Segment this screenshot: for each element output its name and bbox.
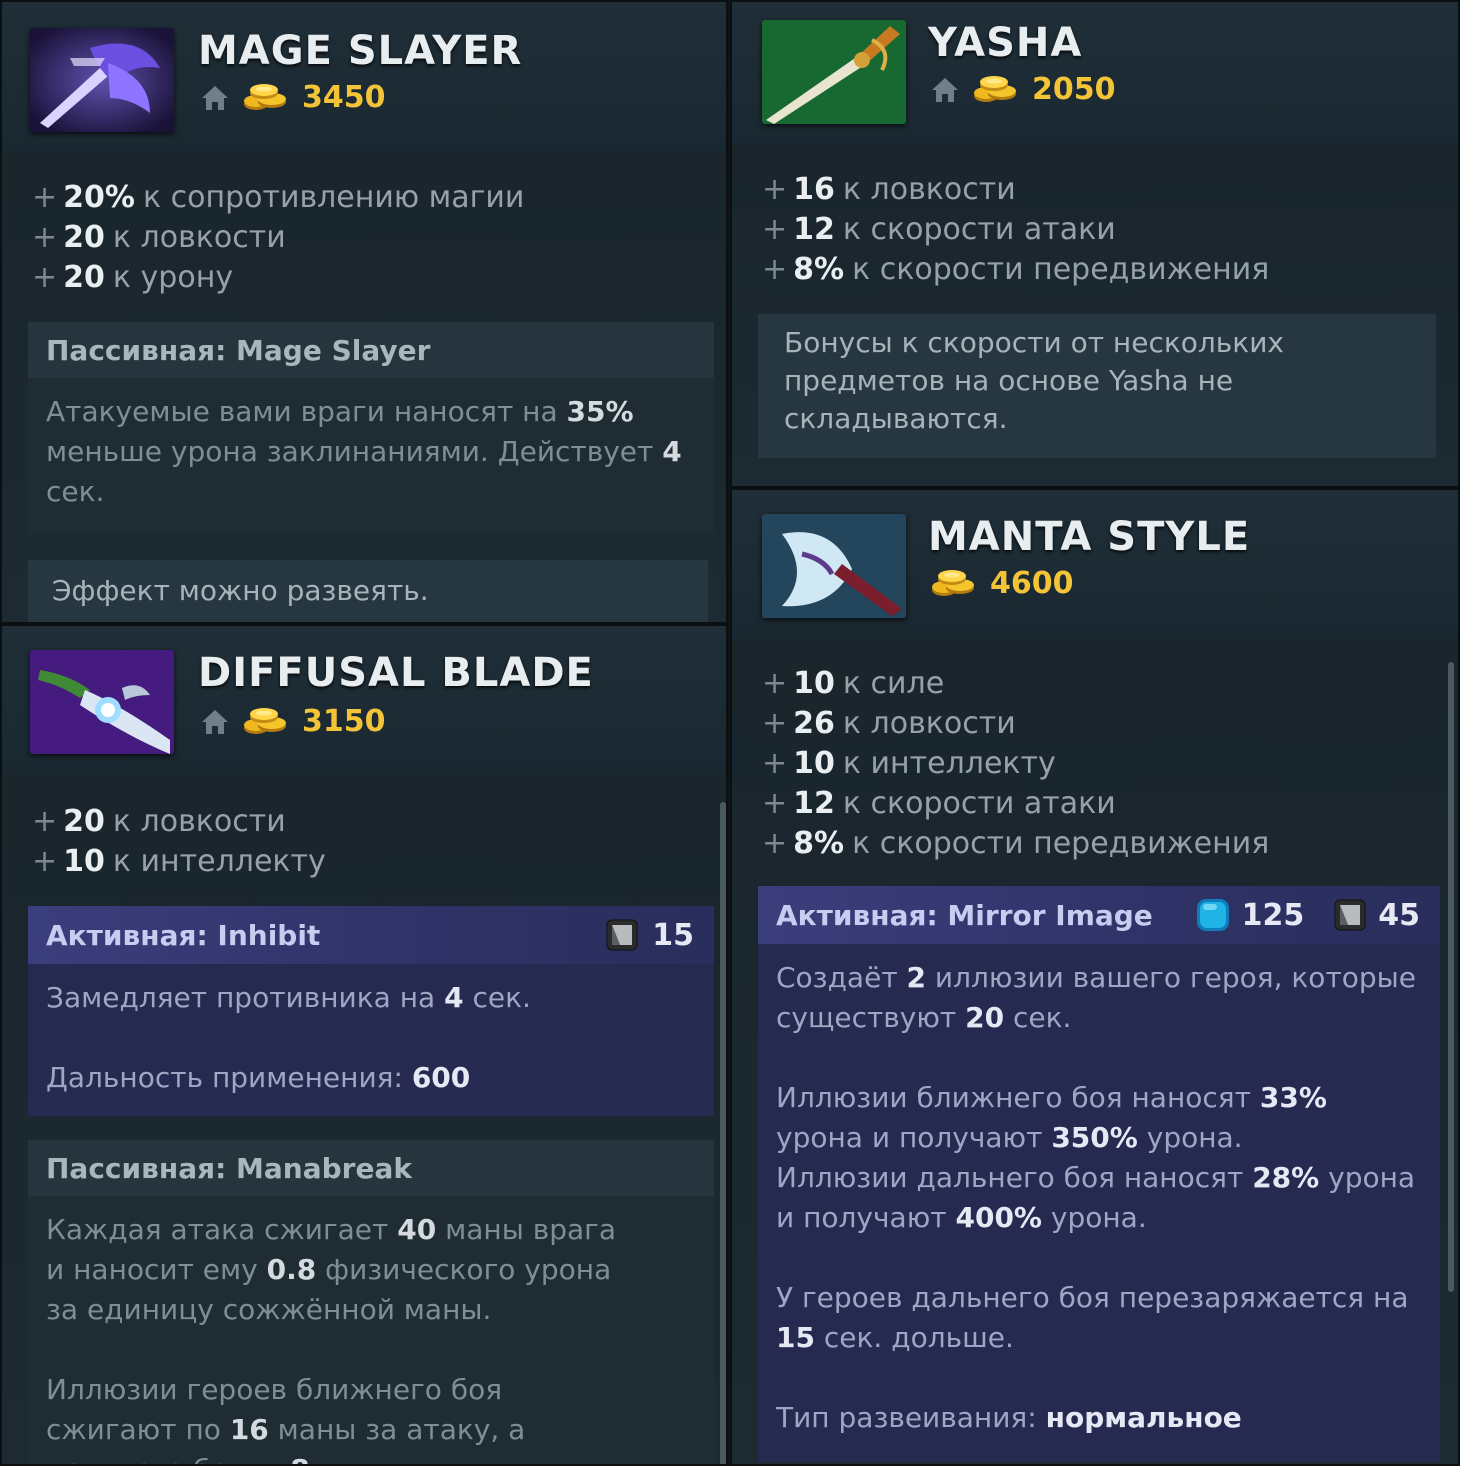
item-body: +20% к сопротивлению магии +20 к ловкости … — [2, 152, 726, 622]
attribute-line: +26 к ловкости — [762, 706, 1016, 741]
cooldown-icon — [1334, 899, 1366, 931]
home-icon — [930, 76, 960, 104]
passive-ability-section: Пассивная: Manabreak Каждая атака сжигае… — [28, 1140, 714, 1464]
item-title: DIFFUSAL BLADE — [198, 650, 594, 696]
passive-ability-header: Пассивная: Mage Slayer — [28, 322, 714, 378]
dispel-note: Эффект можно развеять. — [28, 560, 708, 622]
mana-cost-value: 125 — [1241, 897, 1305, 933]
attribute-line: +20 к ловкости — [32, 220, 286, 255]
active-ability-section: Активная: Mirror Image 125 45 Создаёт 2 … — [758, 886, 1440, 1462]
diffusal-blade-item-icon — [30, 650, 174, 754]
attribute-line: +8% к скорости передвижения — [762, 252, 1270, 287]
attribute-line: +10 к интеллекту — [32, 844, 326, 879]
cooldown-value: 15 — [652, 917, 694, 953]
attribute-line: +20% к сопротивлению магии — [32, 180, 525, 215]
attribute-line: +8% к скорости передвижения — [762, 826, 1270, 861]
item-cost-row: 4600 — [930, 566, 1074, 601]
item-body: +10 к силе +26 к ловкости +10 к интеллекту … — [732, 638, 1458, 1464]
item-body: +16 к ловкости +12 к скорости атаки +8% к с… — [732, 144, 1458, 486]
attribute-line: +10 к силе — [762, 666, 945, 701]
ability-costs: 15 — [606, 918, 714, 953]
item-cost: 3150 — [302, 704, 386, 739]
gold-coins-icon — [242, 706, 290, 738]
item-title: MANTA STYLE — [928, 514, 1251, 560]
ability-costs: 125 45 — [1196, 898, 1440, 933]
attribute-line: +16 к ловкости — [762, 172, 1016, 207]
mana-icon — [1196, 898, 1230, 932]
passive-ability-description: Каждая атака сжигает 40 маны врага и нан… — [28, 1196, 714, 1464]
item-card-mage-slayer: MAGE SLAYER 3450 +20% к сопротивлению маг… — [0, 0, 728, 624]
home-icon — [200, 708, 230, 736]
active-ability-header: Активная: Mirror Image 125 45 — [758, 886, 1440, 944]
attribute-line: +20 к урону — [32, 260, 234, 295]
item-title: YASHA — [928, 20, 1083, 66]
item-header: YASHA 2050 — [732, 2, 1458, 144]
manta-style-item-icon — [762, 514, 906, 618]
scrollbar[interactable] — [720, 802, 726, 1464]
item-card-manta-style: MANTA STYLE 4600 +10 к силе +26 к ловкости… — [730, 488, 1460, 1466]
item-card-diffusal-blade: DIFFUSAL BLADE 3150 +20 к ловкости +10 к и… — [0, 624, 728, 1466]
gold-coins-icon — [972, 74, 1020, 106]
active-ability-description: Замедляет противника на 4 сек. Дальность… — [28, 964, 714, 1116]
active-ability-section: Активная: Inhibit 15 Замедляет противник… — [28, 906, 714, 1116]
passive-ability-section: Пассивная: Mage Slayer Атакуемые вами вр… — [28, 322, 714, 534]
item-cost-row: 3450 — [200, 80, 386, 115]
item-header: MAGE SLAYER 3450 — [2, 2, 726, 152]
passive-ability-description: Атакуемые вами враги наносят на 35% мень… — [28, 378, 714, 534]
gold-coins-icon — [242, 82, 290, 114]
attribute-line: +10 к интеллекту — [762, 746, 1056, 781]
item-cost-row: 3150 — [200, 704, 386, 739]
item-title: MAGE SLAYER — [198, 28, 523, 74]
attribute-line: +12 к скорости атаки — [762, 212, 1116, 247]
item-header: MANTA STYLE 4600 — [732, 490, 1458, 638]
item-card-yasha: YASHA 2050 +16 к ловкости +12 к скорости а… — [730, 0, 1460, 488]
home-icon — [200, 84, 230, 112]
attribute-list: +16 к ловкости +12 к скорости атаки +8% к с… — [732, 170, 1458, 290]
item-cost: 4600 — [990, 566, 1074, 601]
item-cost-row: 2050 — [930, 72, 1116, 107]
gold-coins-icon — [930, 568, 978, 600]
attribute-list: +10 к силе +26 к ловкости +10 к интеллекту … — [732, 664, 1458, 864]
active-ability-header: Активная: Inhibit 15 — [28, 906, 714, 964]
active-ability-name: Активная: Mirror Image — [776, 898, 1153, 932]
active-ability-description: Создаёт 2 иллюзии вашего героя, которые … — [758, 944, 1440, 1462]
yasha-item-icon — [762, 20, 906, 124]
passive-ability-header: Пассивная: Manabreak — [28, 1140, 714, 1196]
attribute-list: +20% к сопротивлению магии +20 к ловкости … — [2, 178, 726, 298]
cooldown-value: 45 — [1378, 897, 1420, 933]
scrollbar[interactable] — [1448, 662, 1454, 1292]
attribute-line: +20 к ловкости — [32, 804, 286, 839]
mage-slayer-item-icon — [30, 28, 174, 132]
item-header: DIFFUSAL BLADE 3150 — [2, 626, 726, 774]
active-ability-name: Активная: Inhibit — [46, 918, 321, 952]
item-cost: 2050 — [1032, 72, 1116, 107]
stacking-note: Бонусы к скорости от нескольких предмето… — [758, 314, 1436, 458]
attribute-list: +20 к ловкости +10 к интеллекту — [2, 802, 726, 882]
item-cost: 3450 — [302, 80, 386, 115]
item-body: +20 к ловкости +10 к интеллекту Активная: … — [2, 774, 726, 1464]
attribute-line: +12 к скорости атаки — [762, 786, 1116, 821]
cooldown-icon — [606, 919, 638, 951]
